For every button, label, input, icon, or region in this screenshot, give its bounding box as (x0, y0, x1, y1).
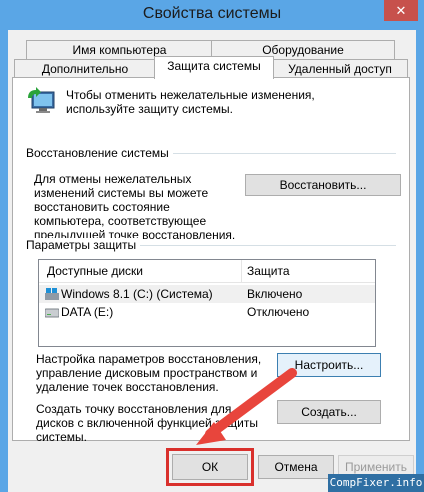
watermark: CompFixer.info (328, 474, 424, 492)
create-button[interactable]: Создать... (277, 400, 381, 424)
system-drive-icon (45, 288, 59, 300)
create-description: Создать точку восстановления для дисков … (36, 402, 258, 444)
tab-remote[interactable]: Удаленный доступ (272, 59, 408, 79)
drive-name: Windows 8.1 (C:) (Система) (61, 287, 213, 301)
system-properties-window: Свойства системы ✕ Имя компьютера Оборуд… (0, 0, 424, 492)
drives-list[interactable]: Доступные диски Защита Windows 8.1 (C:) … (38, 259, 376, 347)
restore-description: Для отмены нежелательных изменений систе… (34, 172, 236, 242)
tab-system-protection[interactable]: Защита системы (154, 56, 274, 79)
restore-button[interactable]: Восстановить... (245, 174, 401, 196)
window-title: Свойства системы (142, 5, 282, 22)
drives-list-header: Доступные диски Защита (39, 260, 375, 283)
title-bar: Свойства системы ✕ (0, 0, 424, 30)
drive-icon (45, 308, 59, 318)
cancel-button[interactable]: Отмена (258, 455, 334, 479)
close-button[interactable]: ✕ (384, 0, 418, 21)
ok-highlight-box (166, 448, 254, 486)
column-separator (241, 260, 242, 282)
window-frame-left (0, 30, 8, 492)
column-header-protection[interactable]: Защита (247, 264, 290, 278)
info-text: Чтобы отменить нежелательные изменения, … (66, 88, 315, 116)
window-frame-right (416, 30, 424, 492)
configure-button[interactable]: Настроить... (277, 353, 381, 377)
drive-status: Отключено (247, 305, 310, 319)
drive-row[interactable]: DATA (E:) Отключено (39, 303, 375, 321)
restore-heading: Восстановление системы (26, 146, 173, 160)
configure-description: Настройка параметров восстановления, упр… (36, 352, 262, 394)
protection-heading: Параметры защиты (26, 238, 141, 252)
column-header-drives[interactable]: Доступные диски (47, 264, 143, 278)
drive-row[interactable]: Windows 8.1 (C:) (Система) Включено (39, 285, 375, 303)
drive-status: Включено (247, 287, 303, 301)
system-protection-icon (28, 87, 55, 113)
drive-name: DATA (E:) (61, 305, 114, 319)
tab-advanced[interactable]: Дополнительно (14, 59, 156, 79)
